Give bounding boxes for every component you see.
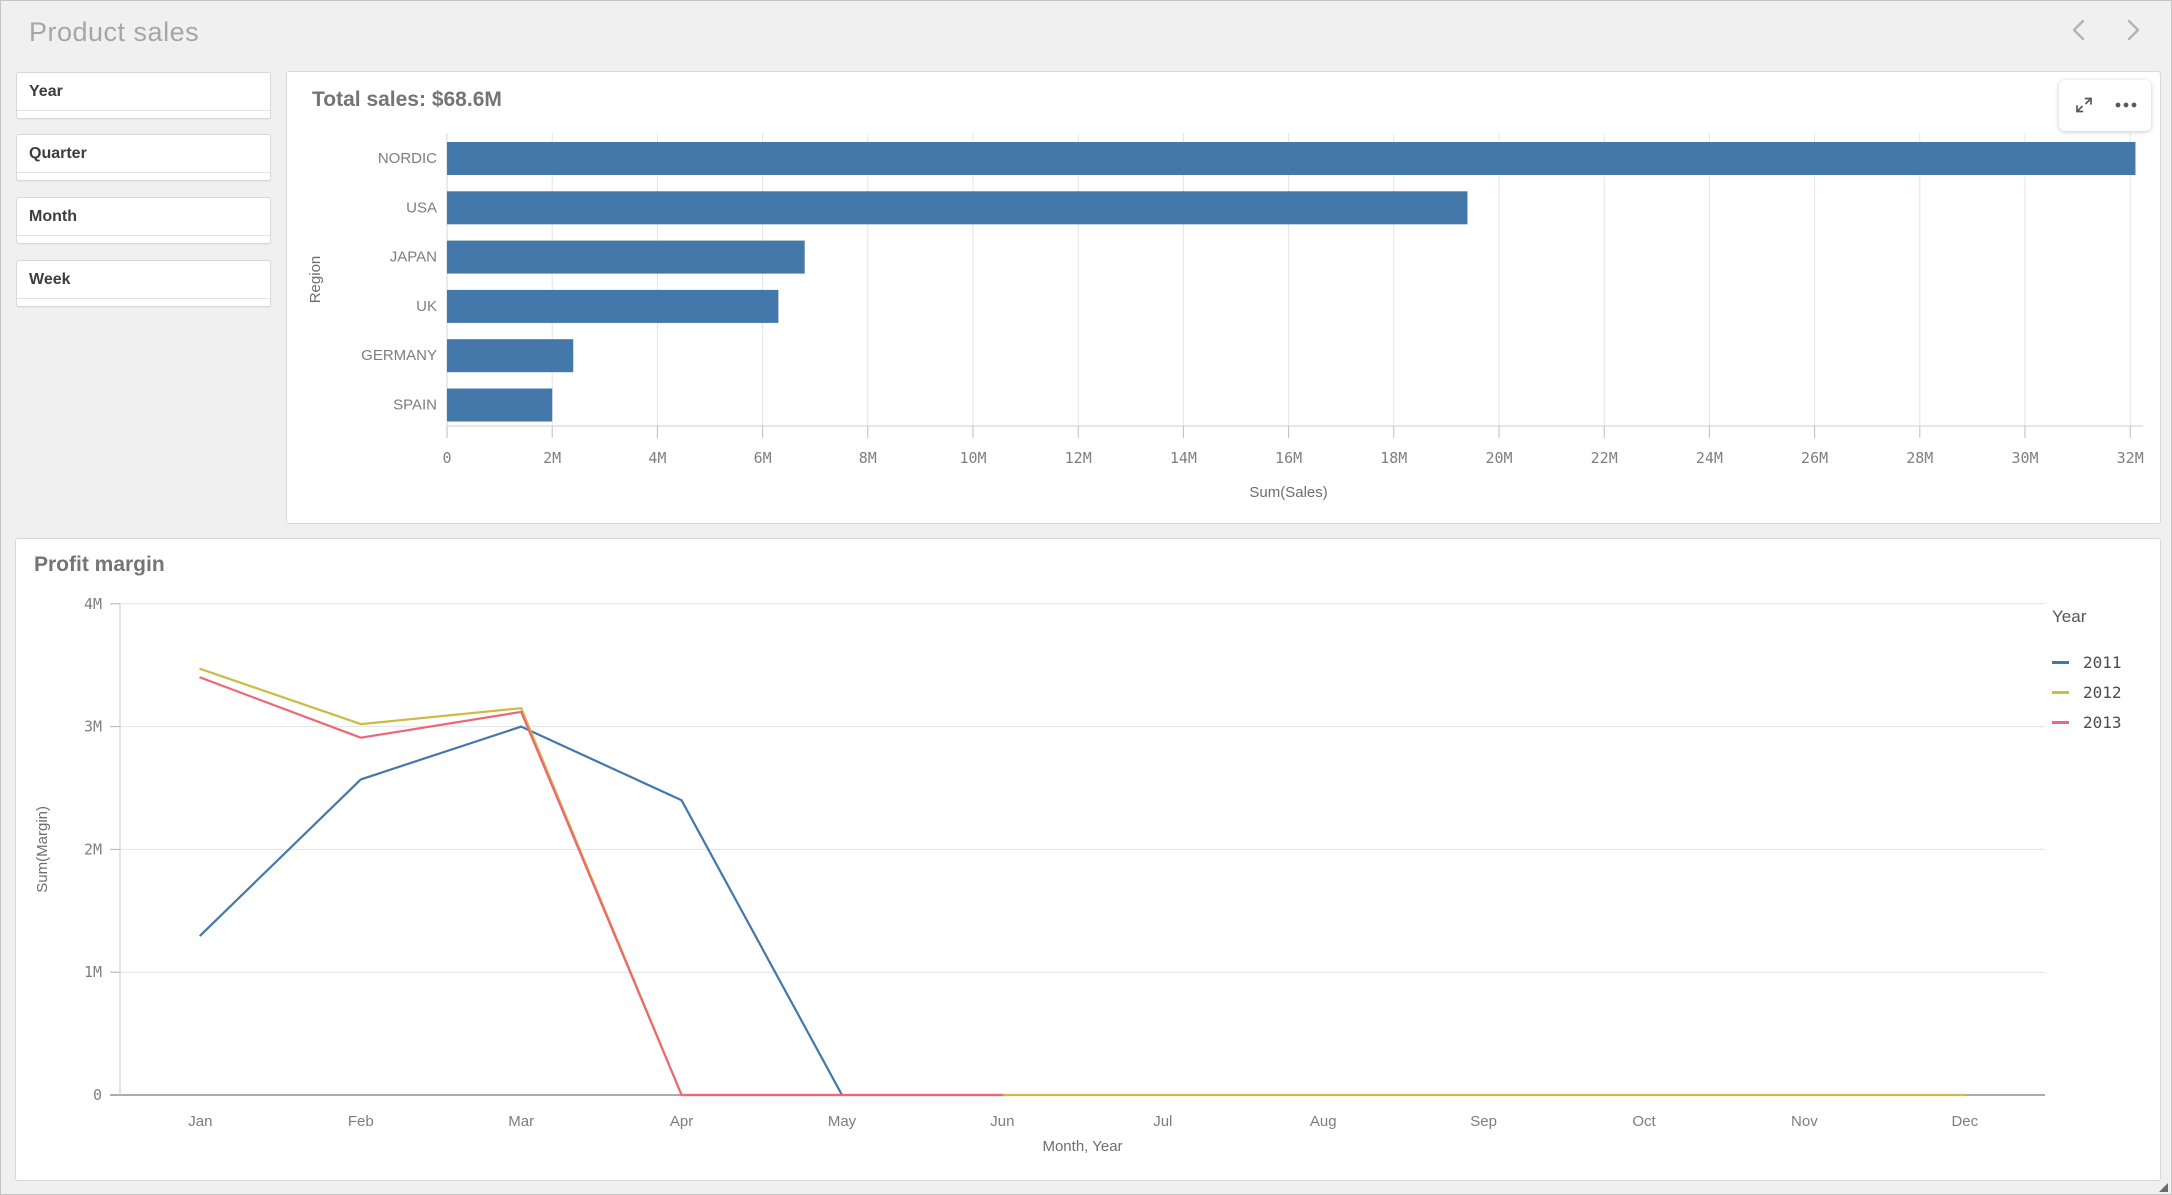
legend-label: 2013 [2083, 713, 2122, 732]
svg-text:14M: 14M [1170, 449, 1197, 467]
svg-text:18M: 18M [1380, 449, 1407, 467]
svg-text:Mar: Mar [508, 1113, 534, 1130]
profit-margin-panel: Profit margin 0 1M 2M 3M 4M Jan Feb Mar Apr May Ju… [15, 538, 2161, 1181]
chart-hover-toolbar [2059, 80, 2151, 131]
svg-text:Jan: Jan [188, 1113, 212, 1130]
svg-text:2M: 2M [84, 840, 102, 858]
svg-text:16M: 16M [1275, 449, 1302, 467]
svg-text:2M: 2M [543, 449, 561, 467]
bar-chart-title: Total sales: $68.6M [312, 88, 502, 112]
filter-pane-quarter[interactable]: Quarter [16, 134, 271, 181]
svg-text:May: May [828, 1113, 857, 1130]
svg-text:Sum(Sales): Sum(Sales) [1249, 484, 1327, 501]
legend-item-2012[interactable]: 2012 [2052, 677, 2122, 707]
svg-text:Nov: Nov [1791, 1113, 1818, 1130]
svg-text:Region: Region [307, 256, 324, 304]
ellipsis-icon [2113, 93, 2139, 117]
svg-text:22M: 22M [1591, 449, 1618, 467]
svg-text:Jun: Jun [990, 1113, 1014, 1130]
legend-item-2011[interactable]: 2011 [2052, 647, 2122, 677]
svg-text:1M: 1M [84, 963, 102, 981]
svg-text:Apr: Apr [670, 1113, 693, 1130]
filter-pane-year[interactable]: Year [16, 72, 271, 119]
svg-text:3M: 3M [84, 718, 102, 736]
filter-label: Week [29, 271, 71, 289]
sheet-navigation [2065, 15, 2147, 45]
expand-icon [2072, 93, 2096, 117]
resize-handle[interactable] [2155, 1179, 2169, 1193]
svg-text:Sep: Sep [1470, 1113, 1497, 1130]
line-chart-title: Profit margin [34, 553, 165, 577]
svg-text:JAPAN: JAPAN [390, 249, 437, 266]
svg-text:8M: 8M [859, 449, 877, 467]
more-options-button[interactable] [2109, 89, 2143, 123]
next-sheet-button[interactable] [2117, 15, 2147, 45]
svg-text:Aug: Aug [1310, 1113, 1337, 1130]
chevron-left-icon [2065, 15, 2095, 45]
legend-label: 2012 [2083, 683, 2122, 702]
svg-text:Month, Year: Month, Year [1042, 1138, 1122, 1155]
svg-text:20M: 20M [1485, 449, 1512, 467]
svg-text:Oct: Oct [1632, 1113, 1656, 1130]
legend-title: Year [2052, 607, 2122, 627]
svg-text:10M: 10M [959, 449, 986, 467]
svg-text:Sum(Margin): Sum(Margin) [34, 806, 51, 893]
chart-legend: Year 2011 2012 2013 [2052, 607, 2122, 737]
legend-swatch [2052, 721, 2069, 724]
svg-text:32M: 32M [2117, 449, 2144, 467]
filter-label: Month [29, 208, 77, 226]
svg-text:12M: 12M [1065, 449, 1092, 467]
filter-label: Year [29, 83, 63, 101]
filter-label: Quarter [29, 145, 87, 163]
chevron-right-icon [2117, 15, 2147, 45]
svg-text:0: 0 [93, 1086, 102, 1104]
expand-button[interactable] [2067, 89, 2101, 123]
legend-label: 2011 [2083, 653, 2122, 672]
svg-text:4M: 4M [648, 449, 666, 467]
svg-text:Feb: Feb [348, 1113, 374, 1130]
legend-item-2013[interactable]: 2013 [2052, 707, 2122, 737]
legend-swatch [2052, 691, 2069, 694]
previous-sheet-button[interactable] [2065, 15, 2095, 45]
filter-pane-month[interactable]: Month [16, 197, 271, 244]
svg-text:6M: 6M [754, 449, 772, 467]
svg-text:0: 0 [442, 449, 451, 467]
svg-text:28M: 28M [1906, 449, 1933, 467]
svg-text:SPAIN: SPAIN [393, 397, 437, 414]
sales-by-region-bar-chart[interactable]: 0 2M 4M 6M 8M 10M 12M 14M 16M 18M 20M 22M 24M 26M 28M 3… [287, 72, 2160, 523]
svg-text:Dec: Dec [1951, 1113, 1978, 1130]
svg-text:4M: 4M [84, 595, 102, 613]
svg-text:UK: UK [416, 298, 437, 315]
svg-text:GERMANY: GERMANY [361, 347, 437, 364]
page-title: Product sales [29, 17, 199, 48]
svg-text:26M: 26M [1801, 449, 1828, 467]
legend-swatch [2052, 661, 2069, 664]
svg-text:30M: 30M [2011, 449, 2038, 467]
svg-text:Jul: Jul [1153, 1113, 1172, 1130]
app-root: Product sales Year Quarter Month Week To… [0, 0, 2172, 1195]
profit-margin-line-chart[interactable]: 0 1M 2M 3M 4M Jan Feb Mar Apr May Jun Jul Aug Sep Oct N… [16, 539, 2160, 1180]
filter-pane-week[interactable]: Week [16, 260, 271, 307]
svg-text:USA: USA [406, 199, 437, 216]
svg-text:NORDIC: NORDIC [378, 150, 437, 167]
sales-by-region-panel: Total sales: $68.6M 0 2M 4M 6M 8M 10M 12M 14M 16… [286, 71, 2161, 524]
svg-text:24M: 24M [1696, 449, 1723, 467]
